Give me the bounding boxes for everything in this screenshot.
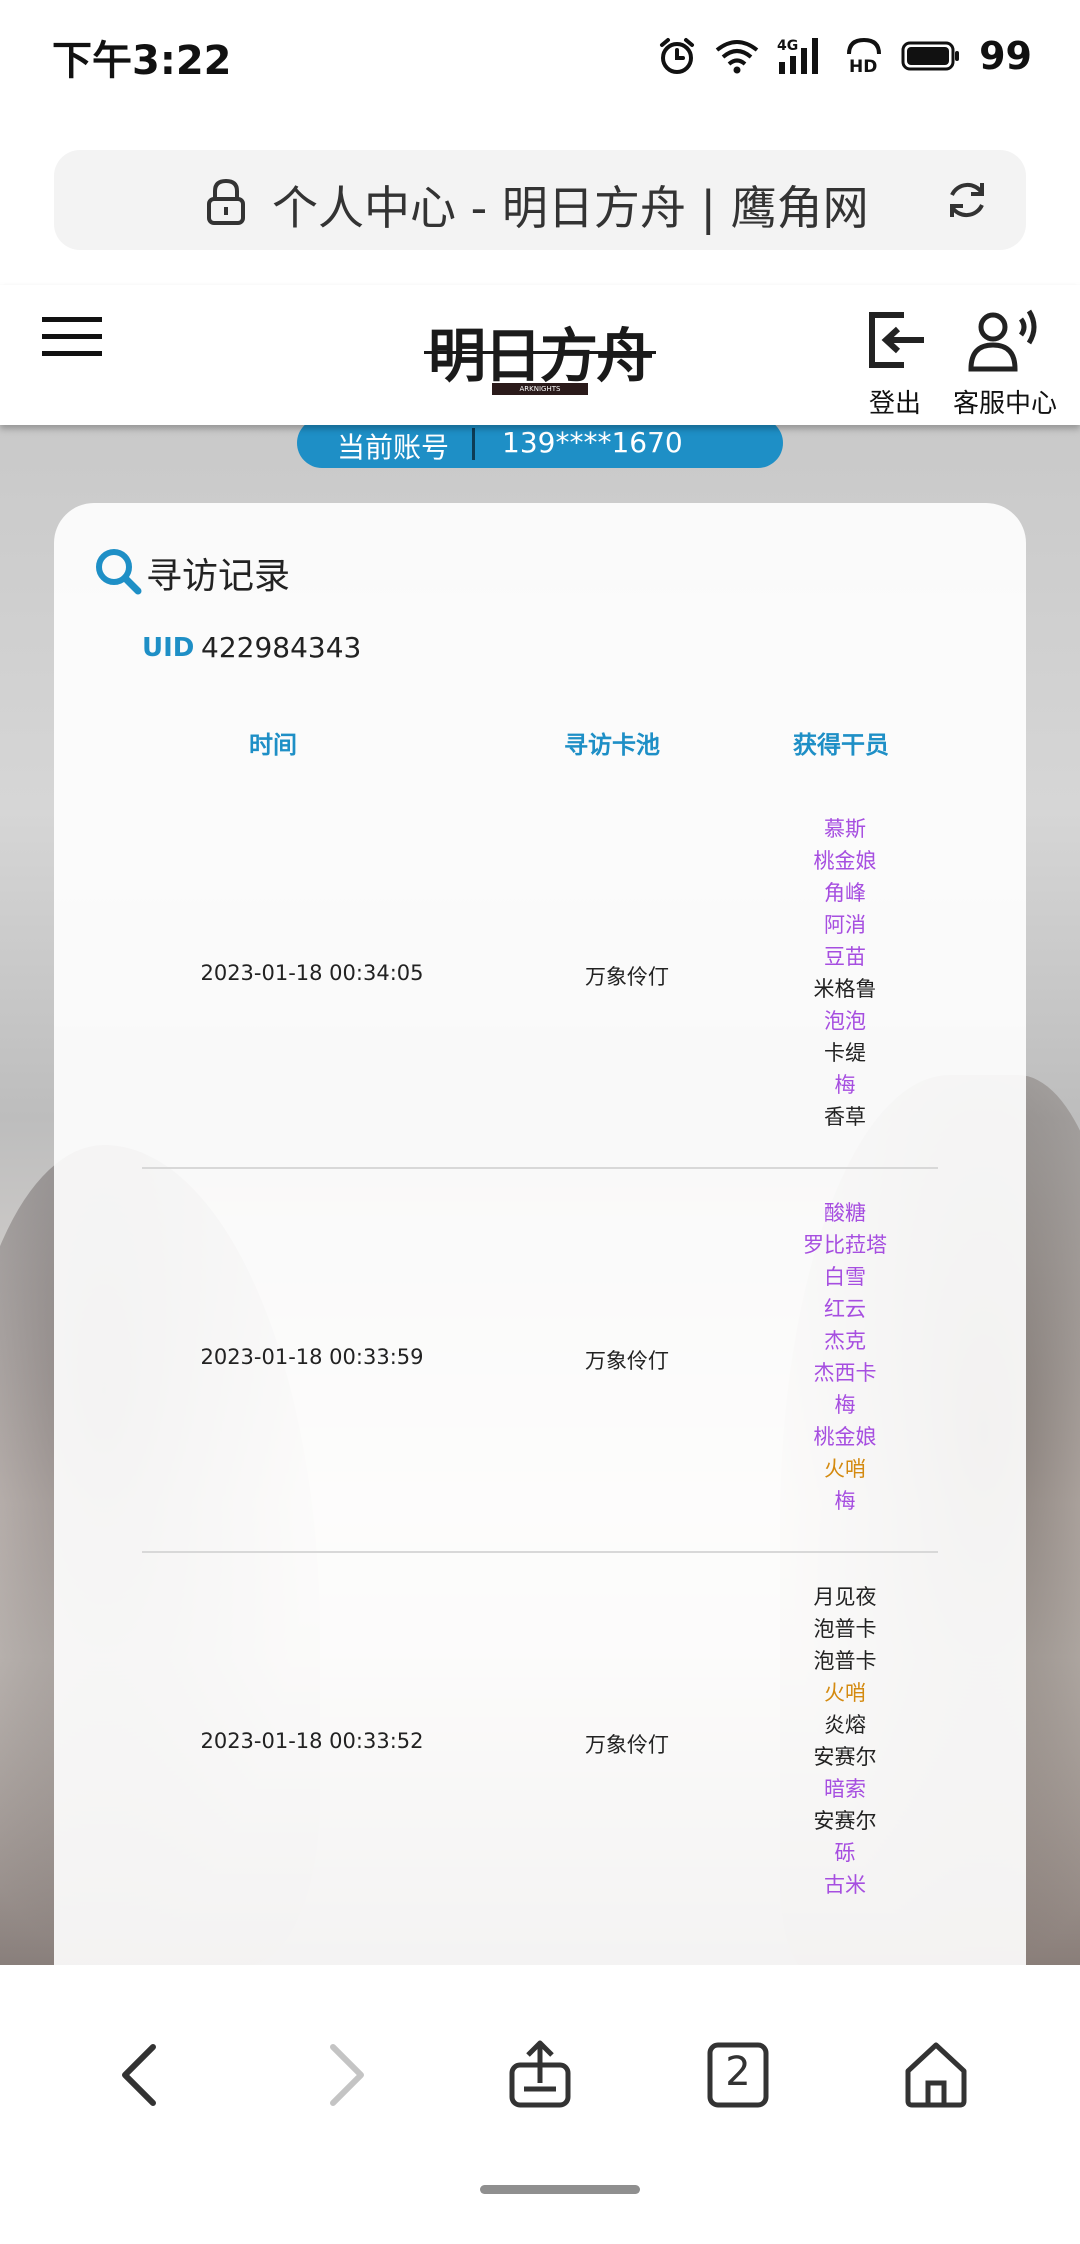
logout-icon <box>869 312 924 368</box>
column-header-operators: 获得干员 <box>793 731 889 759</box>
share-icon[interactable] <box>500 2035 580 2115</box>
operator-name: 阿消 <box>824 913 866 937</box>
signal-4g-icon: 4G <box>777 38 819 74</box>
battery-icon <box>901 41 960 71</box>
operator-name: 桃金娘 <box>813 849 877 873</box>
site-logo[interactable]: 明日方舟 ARKNIGHTS <box>420 301 660 405</box>
operator-list: 慕斯 桃金娘 角峰 阿消 豆苗 米格鲁 泡泡 卡缇 梅 香草 <box>760 813 930 1133</box>
table-row: 2023-01-18 00:33:59 万象伶仃 酸糖 罗比菈塔 白雪 红云 杰… <box>142 1169 938 1553</box>
customer-service-icon <box>968 309 1037 372</box>
reload-icon[interactable] <box>944 177 990 223</box>
battery-level: 99 <box>979 34 1032 78</box>
operator-list: 月见夜 泡普卡 泡普卡 火哨 炎熔 安赛尔 暗索 安赛尔 砾 古米 <box>760 1581 930 1901</box>
operator-name: 红云 <box>824 1297 866 1321</box>
row-pool: 万象伶仃 <box>585 965 669 989</box>
operator-name: 米格鲁 <box>813 977 877 1001</box>
operator-name: 火哨 <box>824 1457 866 1481</box>
logo-line <box>424 351 656 354</box>
row-pool: 万象伶仃 <box>585 1349 669 1373</box>
customer-service-label: 客服中心 <box>952 389 1057 419</box>
url-bar[interactable]: 个人中心 - 明日方舟 | 鹰角网 <box>54 150 1026 250</box>
operator-name: 泡泡 <box>824 1009 866 1033</box>
operator-name: 梅 <box>834 1393 856 1417</box>
operator-name: 卡缇 <box>824 1041 866 1065</box>
operator-name: 香草 <box>824 1105 866 1129</box>
operator-name: 白雪 <box>824 1265 866 1289</box>
status-time: 下午3:22 <box>52 38 232 84</box>
column-header-pool: 寻访卡池 <box>564 731 660 759</box>
table-row: 2023-01-18 00:33:52 万象伶仃 月见夜 泡普卡 泡普卡 火哨 … <box>142 1553 938 1937</box>
operator-name: 角峰 <box>824 881 866 905</box>
operator-name: 桃金娘 <box>813 1425 877 1449</box>
forward-icon[interactable] <box>303 2035 383 2115</box>
logout-label: 登出 <box>868 389 921 419</box>
operator-list: 酸糖 罗比菈塔 白雪 红云 杰克 杰西卡 梅 桃金娘 火哨 梅 <box>760 1197 930 1517</box>
logo-subtitle: ARKNIGHTS <box>492 383 588 395</box>
operator-name: 炎熔 <box>824 1713 866 1737</box>
uid-value: 422984343 <box>201 631 362 664</box>
operator-name: 杰西卡 <box>813 1361 877 1385</box>
operator-name: 慕斯 <box>824 817 866 841</box>
operator-name: 火哨 <box>824 1681 866 1705</box>
customer-service-button[interactable]: 客服中心 <box>940 305 1070 420</box>
current-account-badge: 当前账号 139****1670 <box>297 418 783 468</box>
wifi-icon <box>715 40 759 74</box>
operator-name: 罗比菈塔 <box>803 1233 887 1257</box>
menu-icon[interactable] <box>42 313 102 361</box>
card-title: 寻访记录 <box>146 556 291 597</box>
operator-name: 月见夜 <box>813 1585 877 1609</box>
operator-name: 梅 <box>834 1073 856 1097</box>
row-time: 2023-01-18 00:33:59 <box>200 1345 424 1369</box>
account-value: 139****1670 <box>502 426 683 459</box>
operator-name: 砾 <box>834 1841 856 1865</box>
status-bar: 下午3:22 4G HD 99 <box>0 0 1080 110</box>
operator-name: 酸糖 <box>824 1201 866 1225</box>
tabs-button[interactable]: 2 <box>698 2035 778 2115</box>
operator-name: 安赛尔 <box>813 1745 877 1769</box>
status-icons: 4G HD 99 <box>657 26 1032 86</box>
logout-button[interactable]: 登出 <box>855 305 935 420</box>
account-separator <box>472 428 475 460</box>
operator-name: 杰克 <box>824 1329 866 1353</box>
table-row: 2023-01-18 00:34:05 万象伶仃 慕斯 桃金娘 角峰 阿消 豆苗… <box>142 785 938 1169</box>
alarm-icon <box>660 38 695 74</box>
row-pool: 万象伶仃 <box>585 1733 669 1757</box>
tab-count: 2 <box>725 2049 751 2095</box>
search-icon <box>96 549 142 595</box>
lock-icon <box>207 178 245 225</box>
uid-label: UID <box>142 633 195 663</box>
operator-name: 安赛尔 <box>813 1809 877 1833</box>
operator-name: 泡普卡 <box>813 1649 877 1673</box>
svg-text:HD: HD <box>849 57 877 76</box>
hd-icon: HD <box>847 37 882 76</box>
column-header-time: 时间 <box>249 731 297 759</box>
row-time: 2023-01-18 00:34:05 <box>200 961 424 985</box>
operator-name: 梅 <box>834 1489 856 1513</box>
site-header: 明日方舟 ARKNIGHTS 登出 客服中心 <box>0 285 1080 425</box>
home-indicator[interactable] <box>480 2185 640 2194</box>
back-icon[interactable] <box>103 2035 183 2115</box>
gacha-record-card: 寻访记录 UID 422984343 时间 寻访卡池 获得干员 2023-01-… <box>54 503 1026 2003</box>
browser-bottom-nav: 2 <box>0 1965 1080 2244</box>
account-label: 当前账号 <box>337 431 450 464</box>
operator-name: 古米 <box>824 1873 866 1897</box>
home-icon[interactable] <box>896 2035 976 2115</box>
svg-text:4G: 4G <box>777 38 798 54</box>
operator-name: 豆苗 <box>824 945 866 969</box>
operator-name: 泡普卡 <box>813 1617 877 1641</box>
operator-name: 暗索 <box>824 1777 866 1801</box>
page-title: 个人中心 - 明日方舟 | 鹰角网 <box>272 181 869 235</box>
row-time: 2023-01-18 00:33:52 <box>200 1729 424 1753</box>
